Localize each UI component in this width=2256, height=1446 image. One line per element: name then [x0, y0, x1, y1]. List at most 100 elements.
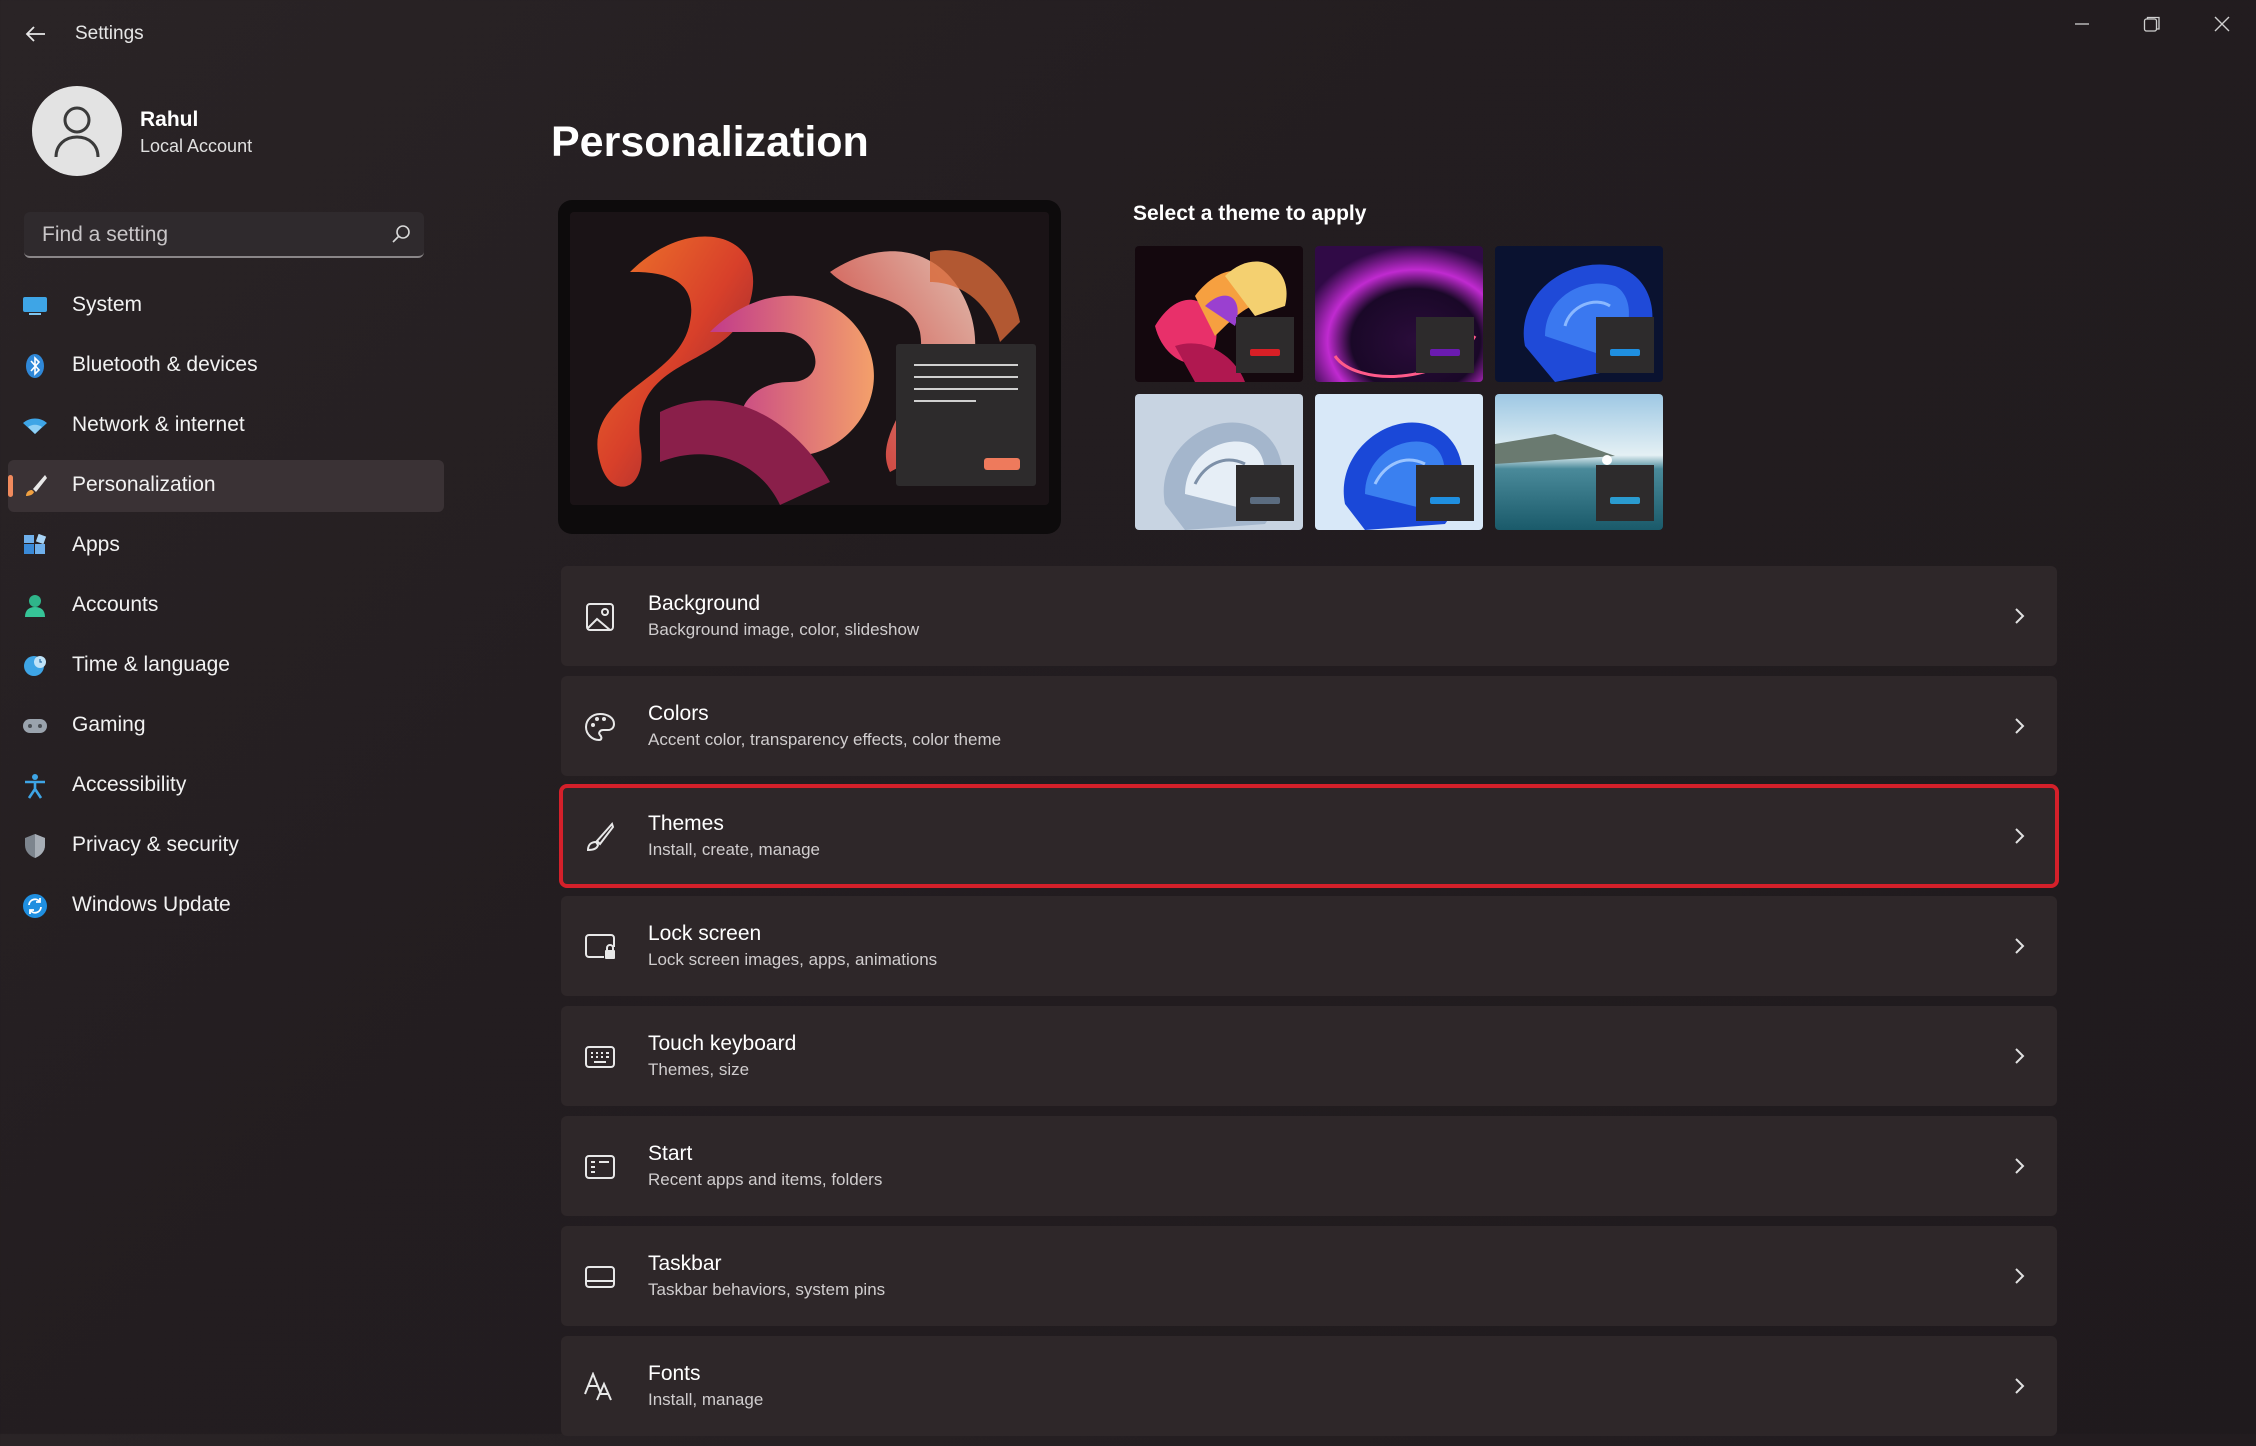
gamepad-icon	[22, 713, 48, 739]
card-title: Touch keyboard	[648, 1032, 797, 1055]
sidebar-item-label: Personalization	[72, 473, 216, 496]
active-indicator	[8, 475, 13, 497]
card-subtitle: Lock screen images, apps, animations	[648, 950, 938, 969]
taskbar-icon	[583, 1260, 617, 1294]
card-lock-screen[interactable]: Lock screen Lock screen images, apps, an…	[561, 896, 2057, 996]
sidebar-item-label: Network & internet	[72, 413, 245, 436]
theme-accent-swatch	[1430, 497, 1460, 504]
person-icon	[22, 593, 48, 619]
avatar	[32, 86, 122, 176]
monitor-icon	[22, 293, 48, 319]
preview-accent-button	[984, 458, 1020, 470]
card-taskbar[interactable]: Taskbar Taskbar behaviors, system pins	[561, 1226, 2057, 1326]
theme-mini-window	[1236, 465, 1294, 521]
theme-tile-windows-dark[interactable]	[1495, 246, 1663, 382]
chevron-right-icon	[2015, 938, 2025, 954]
card-subtitle: Themes, size	[648, 1060, 750, 1079]
bluetooth-icon	[22, 353, 48, 379]
sidebar-item-apps[interactable]: Apps	[8, 520, 444, 572]
card-themes[interactable]: Themes Install, create, manage	[559, 784, 2059, 888]
restore-button[interactable]	[2118, 4, 2186, 44]
sidebar-item-label: Privacy & security	[72, 833, 239, 856]
sidebar-item-label: Accessibility	[72, 773, 187, 796]
theme-mini-window	[1596, 465, 1654, 521]
back-button[interactable]	[20, 18, 52, 50]
preview-text-line	[914, 388, 1018, 390]
chevron-right-icon	[2015, 1268, 2025, 1284]
sidebar-item-personalization[interactable]: Personalization	[8, 460, 444, 512]
sidebar-item-accessibility[interactable]: Accessibility	[8, 760, 444, 812]
card-title: Lock screen	[648, 922, 762, 945]
sidebar-item-windows-update[interactable]: Windows Update	[8, 880, 444, 932]
chevron-right-icon	[2015, 718, 2025, 734]
card-touch-keyboard[interactable]: Touch keyboard Themes, size	[561, 1006, 2057, 1106]
theme-preview-screen	[570, 212, 1049, 505]
theme-accent-swatch	[1250, 349, 1280, 356]
theme-tile-windows-blue[interactable]	[1315, 394, 1483, 530]
shield-icon	[22, 833, 48, 859]
preview-window-mockup	[896, 344, 1036, 486]
theme-tile-windows-light[interactable]	[1135, 394, 1303, 530]
palette-icon	[583, 710, 617, 744]
page-title: Personalization	[551, 118, 869, 166]
card-start[interactable]: Start Recent apps and items, folders	[561, 1116, 2057, 1216]
user-name: Rahul	[140, 108, 199, 131]
sidebar-item-time-language[interactable]: Time & language	[8, 640, 444, 692]
sidebar-item-label: Accounts	[72, 593, 159, 616]
personalization-settings-list: Background Background image, color, slid…	[559, 566, 2059, 1446]
card-colors[interactable]: Colors Accent color, transparency effect…	[561, 676, 2057, 776]
card-title: Taskbar	[648, 1252, 722, 1275]
card-background[interactable]: Background Background image, color, slid…	[561, 566, 2057, 666]
sidebar-nav: System Bluetooth & devices Network & int…	[8, 280, 444, 940]
sidebar-item-label: System	[72, 293, 143, 316]
minimize-icon	[2075, 23, 2089, 25]
close-button[interactable]	[2188, 4, 2256, 44]
theme-accent-swatch	[1610, 497, 1640, 504]
image-icon	[583, 600, 617, 634]
title-bar: Settings	[0, 0, 2256, 72]
card-fonts[interactable]: Fonts Install, manage	[561, 1336, 2057, 1436]
card-subtitle: Taskbar behaviors, system pins	[648, 1280, 886, 1299]
sidebar-item-bluetooth[interactable]: Bluetooth & devices	[8, 340, 444, 392]
chevron-right-icon	[2015, 1048, 2025, 1064]
person-icon	[54, 106, 100, 158]
sidebar-item-accounts[interactable]: Accounts	[8, 580, 444, 632]
card-subtitle: Recent apps and items, folders	[648, 1170, 883, 1189]
search-input[interactable]	[40, 212, 374, 258]
theme-accent-swatch	[1430, 349, 1460, 356]
globe-clock-icon	[22, 653, 48, 679]
card-subtitle: Accent color, transparency effects, colo…	[648, 730, 1002, 749]
chevron-right-icon	[2015, 608, 2025, 624]
minimize-button[interactable]	[2048, 4, 2116, 44]
sidebar-item-privacy-security[interactable]: Privacy & security	[8, 820, 444, 872]
sidebar-item-network[interactable]: Network & internet	[8, 400, 444, 452]
search-box[interactable]	[24, 212, 424, 258]
lock-screen-icon	[583, 930, 617, 964]
apps-icon	[22, 533, 48, 559]
font-icon	[583, 1370, 617, 1404]
theme-tile-captured-motion[interactable]	[1315, 246, 1483, 382]
theme-mini-window	[1416, 317, 1474, 373]
wifi-icon	[22, 413, 48, 439]
app-title: Settings	[75, 23, 144, 44]
card-title: Colors	[648, 702, 709, 725]
preview-text-line	[914, 400, 976, 402]
keyboard-icon	[583, 1040, 617, 1074]
theme-mini-window	[1236, 317, 1294, 373]
user-profile[interactable]: Rahul Local Account	[32, 86, 452, 178]
card-title: Themes	[648, 812, 724, 835]
accessibility-icon	[22, 773, 48, 799]
card-subtitle: Background image, color, slideshow	[648, 620, 920, 639]
theme-tile-glow[interactable]	[1135, 246, 1303, 382]
card-title: Start	[648, 1142, 693, 1165]
search-icon[interactable]	[390, 223, 412, 245]
sidebar-item-gaming[interactable]: Gaming	[8, 700, 444, 752]
sidebar-item-label: Time & language	[72, 653, 230, 676]
theme-accent-swatch	[1250, 497, 1280, 504]
theme-tile-sunrise-lake[interactable]	[1495, 394, 1663, 530]
preview-text-line	[914, 364, 1018, 366]
close-icon	[2214, 16, 2230, 32]
sidebar-item-label: Apps	[72, 533, 120, 556]
theme-mini-window	[1596, 317, 1654, 373]
sidebar-item-system[interactable]: System	[8, 280, 444, 332]
